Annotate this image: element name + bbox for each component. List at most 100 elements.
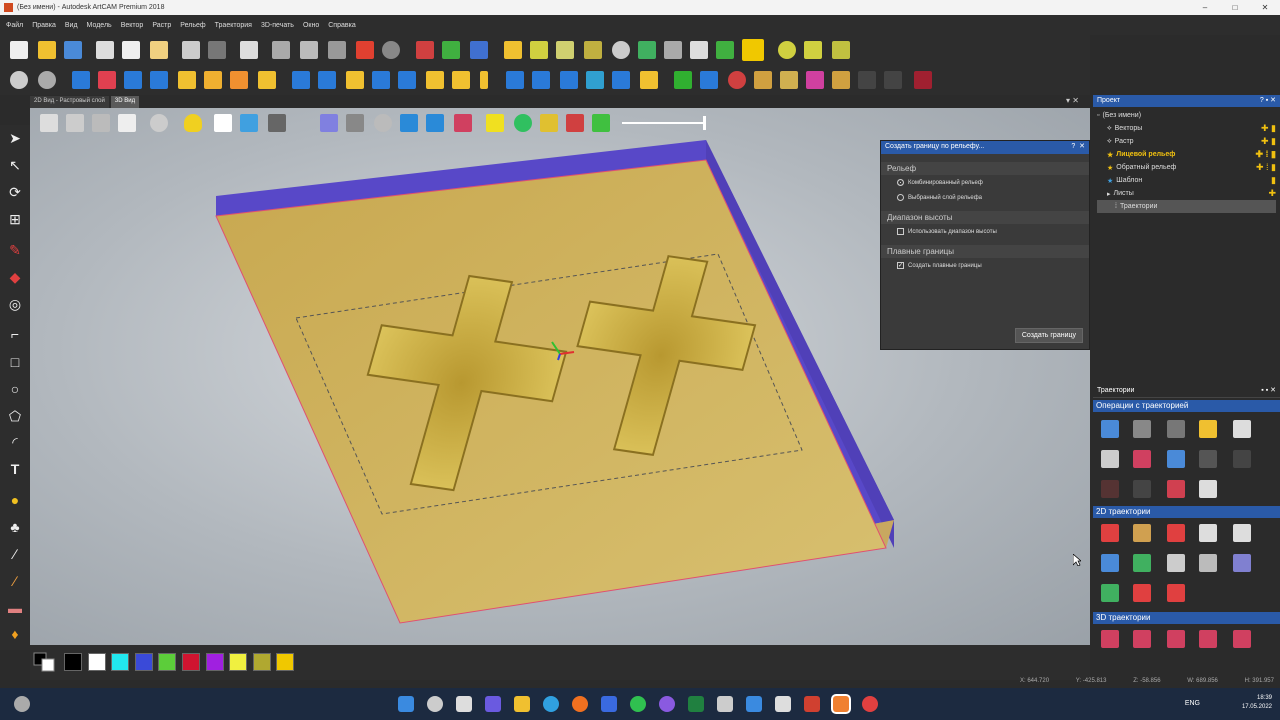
toolpath-3d-finish-icon[interactable] [1233, 630, 1251, 648]
toolpath-3d-zlevel-icon[interactable] [1133, 630, 1151, 648]
bitmap-actions-icon[interactable]: ✚ ▮ [1261, 136, 1276, 147]
node-edit-icon[interactable] [556, 41, 574, 59]
text-tool-icon[interactable]: T [6, 460, 24, 478]
menu-window[interactable]: Окно [303, 22, 319, 29]
vector-transform-icon[interactable] [416, 41, 434, 59]
extrude-icon[interactable] [124, 71, 142, 89]
artcam-taskbar-icon[interactable] [833, 696, 849, 712]
swatch-3[interactable] [111, 653, 130, 671]
sculpt-icon[interactable]: ∕ [6, 545, 24, 563]
toolpath-material-icon[interactable] [1133, 450, 1151, 468]
app-red-icon[interactable] [804, 696, 820, 712]
swatch-1[interactable] [64, 653, 82, 671]
relief-profile-icon[interactable] [780, 71, 798, 89]
undo-icon[interactable] [182, 41, 200, 59]
zoom-slider-handle[interactable] [703, 116, 706, 130]
measure-icon[interactable] [356, 41, 374, 59]
tree-front-relief[interactable]: ★ Лицевой рельеф ✚ ⁞ ▮ [1097, 148, 1276, 161]
shape-blue-icon[interactable] [72, 71, 90, 89]
create-boundary-button[interactable]: Создать границу [1014, 328, 1083, 343]
document-icon[interactable] [240, 41, 258, 59]
link-icon[interactable] [374, 114, 392, 132]
start-icon[interactable] [398, 696, 414, 712]
view-iso-icon[interactable] [40, 114, 58, 132]
relief-drop-icon[interactable] [586, 71, 604, 89]
tab-3d-view[interactable]: 3D Вид [110, 96, 140, 108]
option-combined-relief[interactable]: Комбинированный рельеф [881, 175, 1089, 190]
relief-pin-icon[interactable] [480, 71, 488, 89]
drop-icon[interactable]: ● [6, 491, 24, 509]
toolpath-grid-icon[interactable] [1167, 450, 1185, 468]
relief-cut-icon[interactable] [452, 71, 470, 89]
palette-fg-bg-icon[interactable] [32, 651, 58, 673]
new-file-icon[interactable] [10, 41, 28, 59]
toolpath-folder-icon[interactable] [1199, 420, 1217, 438]
radio-selected-layer[interactable] [897, 194, 904, 201]
circle-icon[interactable]: ○ [6, 380, 24, 398]
relief-color-icon[interactable] [454, 114, 472, 132]
transform-icon[interactable]: ⟳ [6, 183, 24, 201]
dots-icon[interactable] [804, 41, 822, 59]
widgets-icon[interactable] [14, 696, 30, 712]
tree-root[interactable]: ▫ (Без имени) [1097, 109, 1276, 122]
mesh-icon[interactable] [268, 114, 286, 132]
toolpaths-controls[interactable]: ▪ ▪ ✕ [1261, 386, 1276, 394]
calculator-icon[interactable] [717, 696, 733, 712]
file-explorer-icon[interactable] [514, 696, 530, 712]
view-tab-controls[interactable]: ▾ ✕ [1066, 96, 1079, 105]
relief-gear-icon[interactable] [540, 114, 558, 132]
relief-shape-icon[interactable] [204, 71, 222, 89]
minimize-button[interactable]: – [1190, 0, 1220, 15]
view-top-icon[interactable] [118, 114, 136, 132]
eraser-relief-icon[interactable] [98, 71, 116, 89]
toolpath-download-icon[interactable] [1233, 420, 1251, 438]
vector-group-icon[interactable] [470, 41, 488, 59]
toolpath-hatch-icon[interactable] [1167, 584, 1185, 602]
pen-icon[interactable]: ✎ [6, 241, 24, 259]
polyline-icon[interactable]: ⌐ [6, 325, 24, 343]
back-relief-actions-icon[interactable]: ✚ ⁞ ▮ [1256, 162, 1276, 173]
swatch-8[interactable] [229, 653, 248, 671]
copy-icon[interactable] [122, 41, 140, 59]
toolpath-simulate-icon[interactable] [1101, 450, 1119, 468]
relief-table-icon[interactable] [690, 41, 708, 59]
toolpath-profile-icon[interactable] [1233, 524, 1251, 542]
arc-icon[interactable]: ◜ [6, 433, 24, 451]
swatch-10[interactable] [276, 653, 295, 671]
excel-icon[interactable] [688, 696, 704, 712]
toolpath-fluting-icon[interactable] [1133, 584, 1151, 602]
relief-blend-icon[interactable] [372, 71, 390, 89]
search-icon[interactable] [427, 696, 443, 712]
relief-select-icon[interactable] [806, 71, 824, 89]
relief-copy-icon[interactable] [716, 41, 734, 59]
relief-view-icon[interactable] [400, 114, 418, 132]
tab-2d-view[interactable]: 2D Вид - Растровый слой [30, 96, 109, 108]
option-use-height-range[interactable]: Использовать диапазон высоты [881, 224, 1089, 239]
toolpath-save-icon[interactable] [1101, 420, 1119, 438]
relief-tilt-icon[interactable] [506, 71, 524, 89]
relief-slice-icon[interactable] [612, 71, 630, 89]
toolpath-inlay-icon[interactable] [1133, 554, 1151, 572]
menu-vector[interactable]: Вектор [121, 22, 144, 29]
front-relief-actions-icon[interactable]: ✚ ⁞ ▮ [1256, 149, 1277, 160]
store-icon[interactable] [601, 696, 617, 712]
magnify-tool-icon[interactable]: ◎ [6, 295, 24, 313]
zoom-icon[interactable] [10, 71, 28, 89]
wireframe-icon[interactable] [346, 114, 364, 132]
tree-template[interactable]: ★ Шаблон ▮ [1097, 174, 1276, 187]
todo-icon[interactable] [746, 696, 762, 712]
import-folder-icon[interactable] [504, 41, 522, 59]
panel-controls[interactable]: ? ✕ [1071, 142, 1085, 150]
rotate-icon[interactable] [382, 41, 400, 59]
grid-icon[interactable] [328, 41, 346, 59]
toolpath-lines-icon[interactable] [1167, 524, 1185, 542]
relief-boundary-icon[interactable] [742, 39, 764, 61]
relief-green-icon[interactable] [514, 114, 532, 132]
grid-tool-icon[interactable]: ⊞ [6, 210, 24, 228]
notepad-icon[interactable] [775, 696, 791, 712]
edge-icon[interactable] [543, 696, 559, 712]
template-actions-icon[interactable]: ▮ [1271, 175, 1276, 186]
brush-icon[interactable]: ♣ [6, 518, 24, 536]
toolpath-bevel-icon[interactable] [1167, 554, 1185, 572]
points-icon[interactable] [778, 41, 796, 59]
